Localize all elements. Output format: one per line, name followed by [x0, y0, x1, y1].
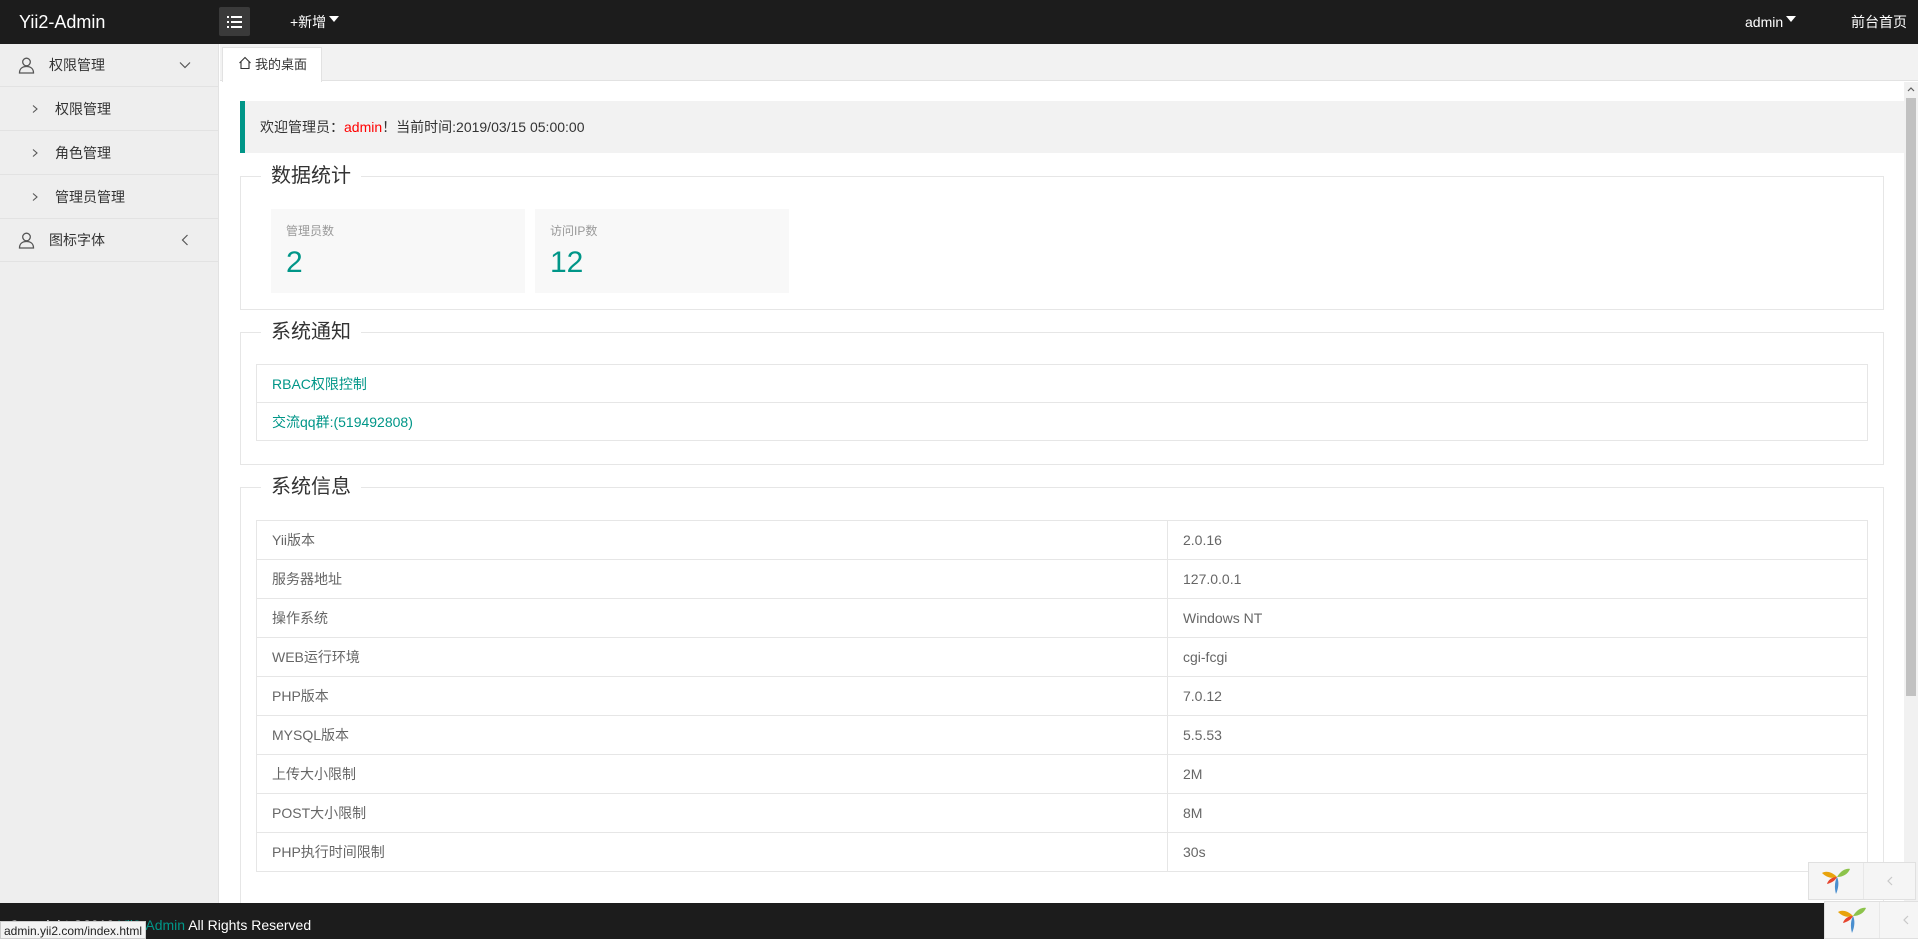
table-row: 上传大小限制 2M	[256, 754, 1868, 794]
home-icon	[239, 56, 251, 70]
stat-label: 管理员数	[286, 224, 335, 238]
tab-bar: 我的桌面	[220, 44, 1918, 82]
table-row: POST大小限制 8M	[256, 793, 1868, 833]
info-value: 2.0.16	[1167, 520, 1868, 560]
top-header: Yii2-Admin +新增 admin 前台首页	[0, 0, 1918, 44]
frontend-home-link[interactable]: 前台首页	[1851, 0, 1907, 44]
yii-logo-icon[interactable]	[1809, 863, 1863, 899]
table-row: WEB运行环境 cgi-fcgi	[256, 637, 1868, 677]
info-key: MYSQL版本	[256, 715, 1168, 755]
debug-collapse-chevron-left-icon[interactable]	[1879, 902, 1918, 938]
user-menu[interactable]: admin	[1745, 0, 1797, 44]
stats-panel: 数据统计 管理员数 2 访问IP数 12	[240, 161, 1884, 310]
page-footer: Copyright ©2019 Yii2-Admin All Rights Re…	[0, 903, 1918, 939]
chevron-right-icon	[32, 193, 38, 201]
sysinfo-table: Yii版本 2.0.16 服务器地址 127.0.0.1 操作系统 Windows N…	[256, 520, 1868, 872]
copyright-suffix: All Rights Reserved	[185, 917, 312, 933]
info-key: WEB运行环境	[256, 637, 1168, 677]
sidebar-item-label: 权限管理	[55, 101, 111, 117]
sidebar-item-admins[interactable]: 管理员管理	[0, 175, 218, 219]
tab-my-desktop[interactable]: 我的桌面	[222, 47, 323, 82]
notice-panel: 系统通知 RBAC权限控制 交流qq群:(519492808)	[240, 317, 1884, 465]
stat-value: 2	[286, 246, 303, 279]
table-row: Yii版本 2.0.16	[256, 520, 1868, 560]
welcome-suffix: ！当前时间:2019/03/15 05:00:00	[382, 119, 585, 135]
info-key: 服务器地址	[256, 559, 1168, 599]
chevron-right-icon	[32, 105, 38, 113]
main-content: 欢迎管理员：admin！当前时间:2019/03/15 05:00:00 数据统…	[220, 82, 1904, 903]
chevron-down-icon	[179, 62, 191, 69]
menu-toggle-button[interactable]	[219, 7, 250, 36]
sidebar-group-label: 权限管理	[49, 57, 105, 73]
info-key: 操作系统	[256, 598, 1168, 638]
info-key: Yii版本	[256, 520, 1168, 560]
welcome-prefix: 欢迎管理员：	[260, 119, 344, 135]
stat-value: 12	[550, 246, 584, 279]
welcome-admin-name: admin	[344, 119, 383, 135]
tab-label: 我的桌面	[255, 57, 308, 72]
info-key: PHP版本	[256, 676, 1168, 716]
content-scrollbar[interactable]	[1904, 82, 1918, 903]
brand-logo[interactable]: Yii2-Admin	[19, 0, 105, 44]
stat-card-admins[interactable]: 管理员数 2	[271, 209, 525, 293]
add-new-menu[interactable]: +新增	[290, 0, 340, 44]
info-value: 127.0.0.1	[1167, 559, 1868, 599]
info-value: 7.0.12	[1167, 676, 1868, 716]
debug-toolbar	[1808, 862, 1916, 900]
table-row: 服务器地址 127.0.0.1	[256, 559, 1868, 599]
sidebar-group-iconfont[interactable]: 图标字体	[0, 219, 218, 262]
scroll-up-arrow-icon[interactable]	[1904, 82, 1918, 96]
sidebar: 权限管理 权限管理 角色管理 管理员管理 图标字体	[0, 44, 219, 903]
info-value: 5.5.53	[1167, 715, 1868, 755]
table-row: PHP版本 7.0.12	[256, 676, 1868, 716]
sysinfo-panel: 系统信息 Yii版本 2.0.16 服务器地址 127.0.0.1 操作系统 Wind…	[240, 472, 1884, 903]
info-value: 2M	[1167, 754, 1868, 794]
sidebar-group-label: 图标字体	[49, 232, 105, 248]
user-icon	[18, 232, 35, 249]
status-bar-url: admin.yii2.com/index.html	[0, 921, 147, 939]
info-key: 上传大小限制	[256, 754, 1168, 794]
sidebar-item-label: 管理员管理	[55, 189, 125, 205]
notice-item-qq-group[interactable]: 交流qq群:(519492808)	[256, 402, 1868, 441]
sidebar-item-permission[interactable]: 权限管理	[0, 87, 218, 131]
stats-title: 数据统计	[261, 161, 361, 191]
sidebar-item-label: 角色管理	[55, 145, 111, 161]
info-key: PHP执行时间限制	[256, 832, 1168, 872]
user-icon	[18, 57, 35, 74]
info-value: 8M	[1167, 793, 1868, 833]
user-menu-label: admin	[1745, 14, 1784, 30]
notice-list: RBAC权限控制 交流qq群:(519492808)	[256, 364, 1868, 441]
notice-item-rbac[interactable]: RBAC权限控制	[256, 364, 1868, 403]
stat-card-ip[interactable]: 访问IP数 12	[535, 209, 789, 293]
chevron-left-icon	[181, 234, 188, 246]
add-new-label: +新增	[290, 14, 327, 30]
debug-collapse-chevron-left-icon[interactable]	[1863, 863, 1915, 899]
table-row: MYSQL版本 5.5.53	[256, 715, 1868, 755]
debug-toolbar-footer	[1824, 901, 1918, 939]
sidebar-group-permission[interactable]: 权限管理	[0, 44, 218, 87]
info-value: cgi-fcgi	[1167, 637, 1868, 677]
sidebar-item-roles[interactable]: 角色管理	[0, 131, 218, 175]
caret-down-icon	[1786, 16, 1797, 23]
table-row: PHP执行时间限制 30s	[256, 832, 1868, 872]
sysinfo-title: 系统信息	[261, 472, 361, 502]
stat-label: 访问IP数	[550, 224, 598, 238]
info-value: 30s	[1167, 832, 1868, 872]
chevron-right-icon	[32, 149, 38, 157]
info-value: Windows NT	[1167, 598, 1868, 638]
table-row: 操作系统 Windows NT	[256, 598, 1868, 638]
list-icon	[227, 15, 242, 28]
yii-logo-icon[interactable]	[1825, 902, 1879, 938]
scrollbar-thumb[interactable]	[1906, 98, 1916, 696]
notice-title: 系统通知	[261, 317, 361, 347]
welcome-banner: 欢迎管理员：admin！当前时间:2019/03/15 05:00:00	[240, 101, 1904, 153]
caret-down-icon	[329, 16, 340, 23]
info-key: POST大小限制	[256, 793, 1168, 833]
